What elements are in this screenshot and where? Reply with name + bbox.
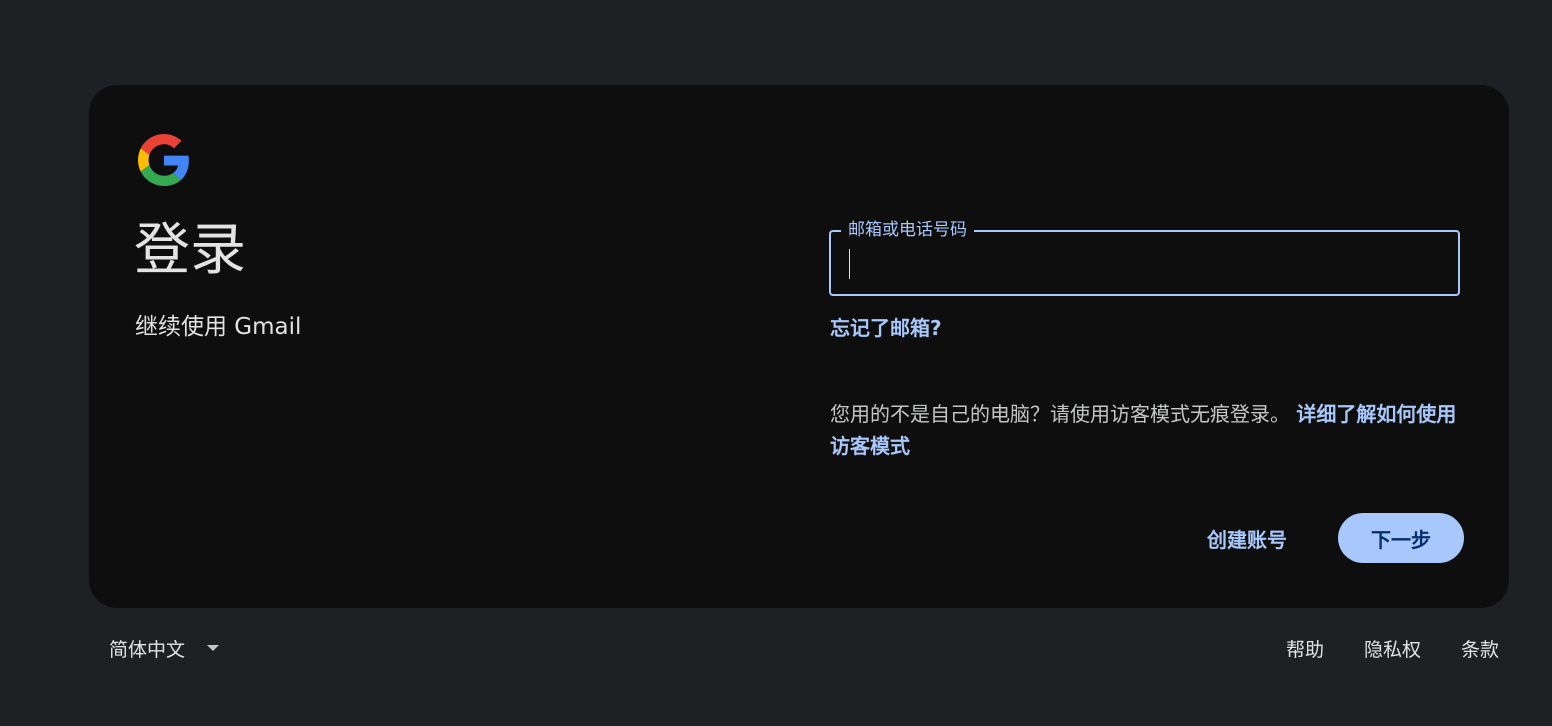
language-selector[interactable]: 简体中文 — [97, 628, 231, 668]
text-cursor — [849, 249, 850, 279]
guest-mode-text: 您用的不是自己的电脑？请使用访客模式无痕登录。 — [830, 402, 1290, 426]
terms-link[interactable]: 条款 — [1451, 635, 1509, 662]
forgot-email-link[interactable]: 忘记了邮箱? — [830, 314, 942, 342]
create-account-button[interactable]: 创建账号 — [1182, 513, 1312, 563]
google-g-icon — [138, 134, 189, 186]
footer-links: 帮助 隐私权 条款 — [1256, 628, 1509, 668]
guest-mode-note: 您用的不是自己的电脑？请使用访客模式无痕登录。 详细了解如何使用访客模式 — [830, 398, 1462, 462]
privacy-link[interactable]: 隐私权 — [1354, 635, 1431, 662]
language-label: 简体中文 — [109, 638, 186, 661]
page-title: 登录 — [134, 218, 246, 283]
email-field-label: 邮箱或电话号码 — [841, 218, 974, 242]
caret-down-icon — [207, 645, 220, 651]
signin-card: 登录 继续使用 Gmail 邮箱或电话号码 忘记了邮箱? 您用的不是自己的电脑？… — [89, 85, 1509, 608]
page-subtitle: 继续使用 Gmail — [135, 314, 302, 340]
email-field[interactable]: 邮箱或电话号码 — [829, 218, 1460, 296]
footer: 简体中文 帮助 隐私权 条款 — [89, 622, 1509, 674]
email-input[interactable] — [847, 246, 1442, 280]
help-link[interactable]: 帮助 — [1276, 635, 1334, 662]
next-button[interactable]: 下一步 — [1338, 513, 1464, 563]
